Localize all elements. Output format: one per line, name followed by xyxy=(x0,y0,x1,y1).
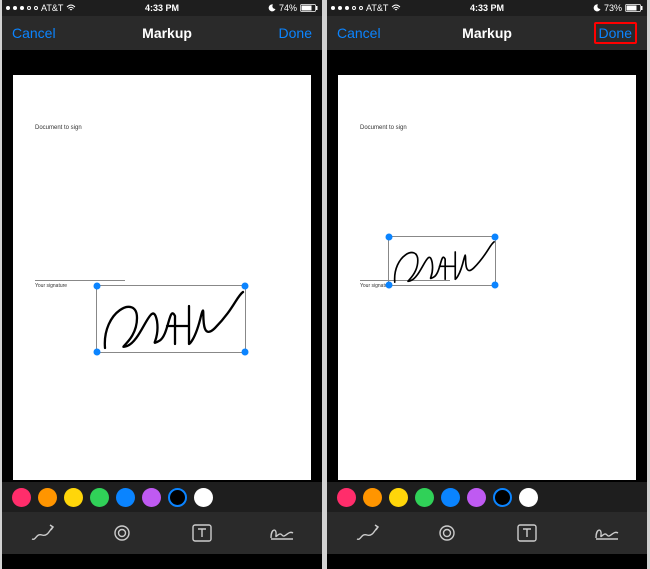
signature-selection[interactable] xyxy=(388,236,496,286)
color-swatch-white[interactable] xyxy=(519,488,538,507)
color-swatch-green[interactable] xyxy=(90,488,109,507)
cancel-button[interactable]: Cancel xyxy=(337,25,381,41)
resize-handle-br[interactable] xyxy=(242,349,249,356)
resize-handle-tr[interactable] xyxy=(242,283,249,290)
color-swatch-purple[interactable] xyxy=(142,488,161,507)
nav-title: Markup xyxy=(142,25,192,41)
color-palette xyxy=(327,482,647,512)
color-swatch-pink[interactable] xyxy=(12,488,31,507)
canvas-area[interactable]: Document to sign Your signature xyxy=(327,50,647,482)
moon-icon xyxy=(268,4,276,12)
resize-handle-bl[interactable] xyxy=(386,282,393,289)
wifi-icon xyxy=(66,4,76,12)
resize-handle-tr[interactable] xyxy=(492,234,499,241)
color-swatch-white[interactable] xyxy=(194,488,213,507)
status-bar: AT&T 4:33 PM 73% xyxy=(327,0,647,16)
battery-icon xyxy=(625,4,643,12)
done-button[interactable]: Done xyxy=(279,25,312,41)
document-page[interactable]: Document to sign Your signature xyxy=(13,75,311,480)
color-swatch-green[interactable] xyxy=(415,488,434,507)
wifi-icon xyxy=(391,4,401,12)
signature-glyph[interactable] xyxy=(97,286,247,354)
resize-handle-bl[interactable] xyxy=(94,349,101,356)
signature-tool[interactable] xyxy=(269,520,295,546)
signature-selection[interactable] xyxy=(96,285,246,353)
canvas-area[interactable]: Document to sign Your signature xyxy=(2,50,322,482)
markup-toolbar xyxy=(327,512,647,554)
color-swatch-black[interactable] xyxy=(168,488,187,507)
clock-label: 4:33 PM xyxy=(145,3,179,13)
cancel-button[interactable]: Cancel xyxy=(12,25,56,41)
text-tool[interactable] xyxy=(514,520,540,546)
battery-pct: 74% xyxy=(279,3,297,13)
resize-handle-tl[interactable] xyxy=(386,234,393,241)
color-swatch-orange[interactable] xyxy=(363,488,382,507)
pen-tool[interactable] xyxy=(29,520,55,546)
pen-tool[interactable] xyxy=(354,520,380,546)
screenshot-left: AT&T 4:33 PM 74% Cancel Markup Done Docu… xyxy=(2,0,322,569)
signature-label: Your signature xyxy=(35,283,67,289)
signature-glyph[interactable] xyxy=(389,237,497,287)
battery-icon xyxy=(300,4,318,12)
carrier-label: AT&T xyxy=(41,3,63,13)
color-swatch-yellow[interactable] xyxy=(64,488,83,507)
resize-handle-tl[interactable] xyxy=(94,283,101,290)
signature-line xyxy=(35,280,125,281)
color-swatch-orange[interactable] xyxy=(38,488,57,507)
nav-bar: Cancel Markup Done xyxy=(2,16,322,50)
markup-toolbar xyxy=(2,512,322,554)
clock-label: 4:33 PM xyxy=(470,3,504,13)
carrier-label: AT&T xyxy=(366,3,388,13)
color-swatch-blue[interactable] xyxy=(441,488,460,507)
resize-handle-br[interactable] xyxy=(492,282,499,289)
color-swatch-purple[interactable] xyxy=(467,488,486,507)
color-swatch-yellow[interactable] xyxy=(389,488,408,507)
nav-bar: Cancel Markup Done xyxy=(327,16,647,50)
magnifier-tool[interactable] xyxy=(434,520,460,546)
text-tool[interactable] xyxy=(189,520,215,546)
signature-tool[interactable] xyxy=(594,520,620,546)
document-page[interactable]: Document to sign Your signature xyxy=(338,75,636,480)
color-swatch-pink[interactable] xyxy=(337,488,356,507)
status-bar: AT&T 4:33 PM 74% xyxy=(2,0,322,16)
doc-header: Document to sign xyxy=(35,125,82,131)
doc-header: Document to sign xyxy=(360,125,407,131)
screenshot-right: AT&T 4:33 PM 73% Cancel Markup Done Docu… xyxy=(327,0,647,569)
moon-icon xyxy=(593,4,601,12)
battery-pct: 73% xyxy=(604,3,622,13)
color-swatch-black[interactable] xyxy=(493,488,512,507)
magnifier-tool[interactable] xyxy=(109,520,135,546)
done-button[interactable]: Done xyxy=(594,22,637,44)
nav-title: Markup xyxy=(462,25,512,41)
color-swatch-blue[interactable] xyxy=(116,488,135,507)
color-palette xyxy=(2,482,322,512)
